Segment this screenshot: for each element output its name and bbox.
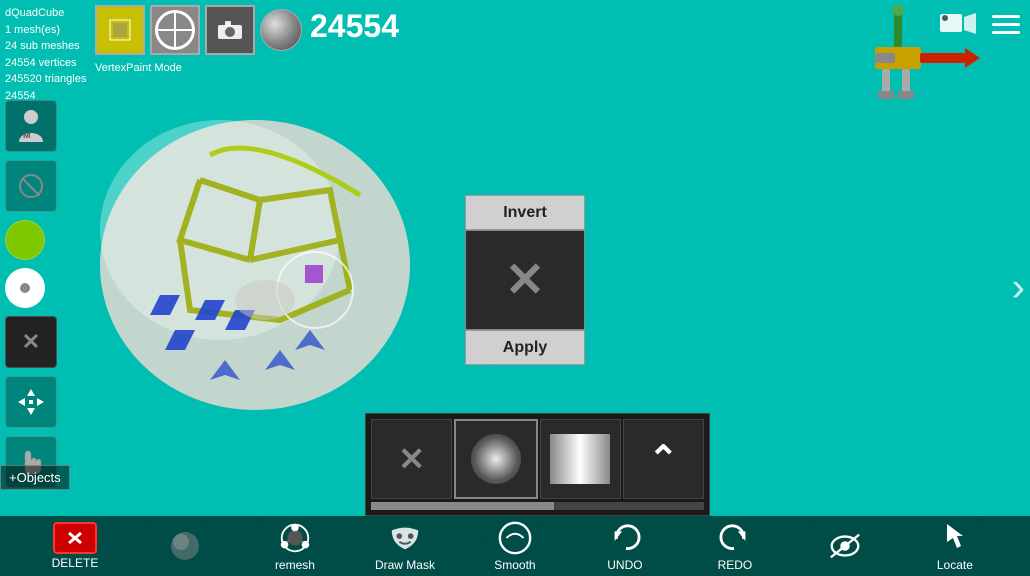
x-action-button[interactable]: ✕ [5,316,57,368]
eye-icon [827,528,863,564]
dot-icon [20,283,30,293]
invert-apply-popup: Invert ✕ Apply [465,195,585,365]
brush-progress-bar[interactable] [371,502,704,510]
remesh-button[interactable]: remesh [265,520,325,572]
no-action-button[interactable] [5,160,57,212]
vertices: 24554 vertices [5,55,86,72]
brush-gradient-icon [550,434,610,484]
draw-mask-button[interactable]: Draw Mask [375,520,435,572]
brush-option-gradient[interactable] [540,419,621,499]
invert-x-icon: ✕ [505,252,545,308]
gizmo [820,5,970,105]
mode-thumb-camera[interactable] [205,5,255,55]
mode-area [95,5,302,55]
sphere-preview [260,9,302,51]
white-circle-button[interactable] [5,268,45,308]
eye-toggle-button[interactable] [815,528,875,564]
move-arrows-icon [16,387,46,417]
smooth-icon [497,520,533,556]
camera-icon [216,19,244,41]
draw-mask-icon [387,520,423,556]
locate-icon [937,520,973,556]
smooth-button[interactable]: Smooth [485,520,545,572]
redo-label: REDO [718,558,753,572]
mesh-count: 1 mesh(es) [5,22,86,39]
person-mode-button[interactable]: M [5,100,57,152]
person-icon: M [15,108,47,144]
brush-option-x[interactable]: ✕ [371,419,452,499]
sub-meshes: 24 sub meshes [5,38,86,55]
invert-preview: ✕ [465,230,585,330]
remesh-label: remesh [275,558,315,572]
undo-icon [607,520,643,556]
brush-options-bar: ✕ ⌃ [365,413,710,516]
brush-cloud-icon [471,434,521,484]
mesh-svg [80,100,430,410]
mesh-info: dQuadCube 1 mesh(es) 24 sub meshes 24554… [5,5,86,104]
delete-btn-box [53,522,97,554]
app-title: dQuadCube [5,5,86,22]
brush-progress-fill [371,502,554,510]
triangles: 245520 triangles [5,71,86,88]
smooth-label: Smooth [494,558,535,572]
invert-button[interactable]: Invert [465,195,585,230]
right-arrow-button[interactable]: › [1012,266,1025,311]
brush-option-chevron[interactable]: ⌃ [623,419,704,499]
mode-thumb-globe[interactable] [150,5,200,55]
vertex-count: 24554 [310,8,399,45]
draw-mask-label: Draw Mask [375,558,435,572]
svg-text:M: M [23,130,31,140]
redo-button[interactable]: REDO [705,520,765,572]
mode-thumb-yellow[interactable] [95,5,145,55]
brush-options: ✕ ⌃ [371,419,704,499]
delete-label: DELETE [52,556,99,570]
brush-chevron-icon: ⌃ [648,438,678,480]
apply-button[interactable]: Apply [465,330,585,365]
x-icon: ✕ [22,329,40,355]
globe-icon [155,10,195,50]
small-preview-button[interactable] [155,528,215,564]
no-icon [19,174,43,198]
redo-icon [717,520,753,556]
small-preview-icon [167,528,203,564]
undo-label: UNDO [607,558,642,572]
mesh-object [80,100,430,410]
objects-button[interactable]: +Objects [0,465,70,490]
hamburger-menu-button[interactable] [992,15,1020,34]
undo-button[interactable]: UNDO [595,520,655,572]
gizmo-svg [820,5,980,105]
delete-button[interactable]: DELETE [45,522,105,570]
move-button[interactable] [5,376,57,428]
bottom-toolbar: DELETE remesh [0,516,1030,576]
delete-icon [63,528,87,548]
brush-x-icon: ✕ [398,440,425,478]
mode-label: VertexPaint Mode [95,62,182,74]
remesh-icon [277,520,313,556]
locate-label: Locate [937,558,973,572]
green-action-button[interactable] [5,220,45,260]
brush-option-cloud[interactable] [454,419,537,499]
left-sidebar: M ✕ [5,100,57,488]
locate-button[interactable]: Locate [925,520,985,572]
